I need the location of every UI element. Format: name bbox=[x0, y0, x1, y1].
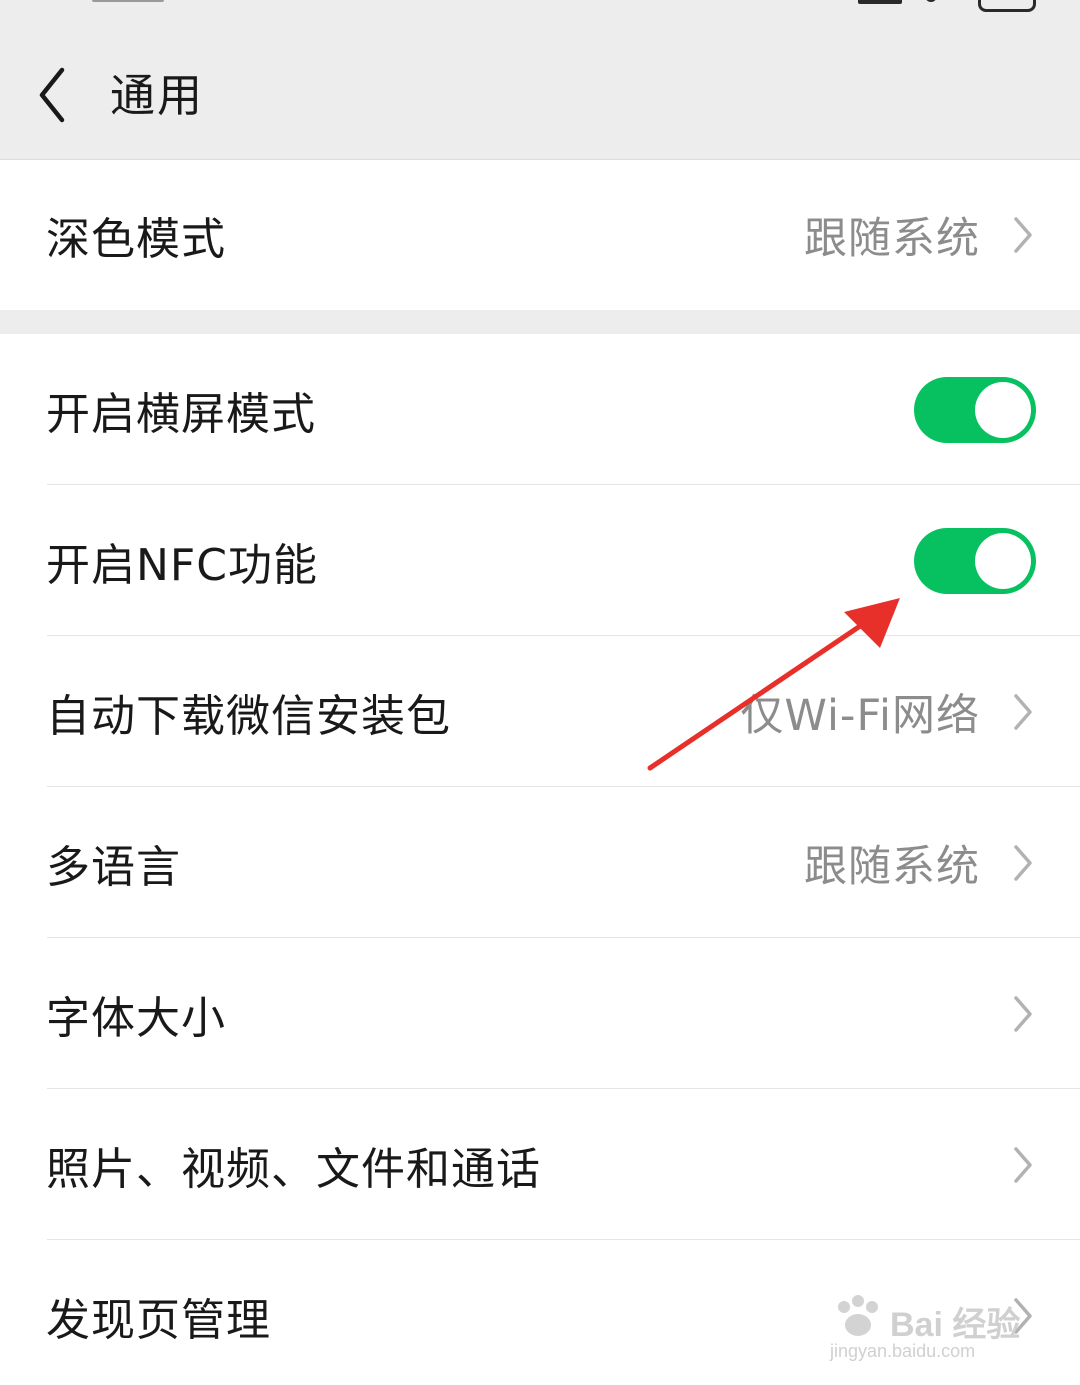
settings-group-display: 深色模式 跟随系统 bbox=[0, 160, 1080, 310]
row-nfc[interactable]: 开启NFC功能 bbox=[0, 485, 1080, 636]
chevron-right-icon bbox=[1014, 995, 1032, 1032]
row-landscape-mode[interactable]: 开启横屏模式 bbox=[0, 334, 1080, 485]
row-label: 照片、视频、文件和通话 bbox=[46, 1143, 541, 1195]
settings-page: 通用 深色模式 跟随系统 开启横屏模式 开启NFC功能 自动下载微信安装包 仅W… bbox=[0, 0, 1080, 1385]
chevron-right-icon bbox=[1014, 693, 1032, 730]
row-value: 跟随系统 bbox=[804, 841, 980, 892]
row-label: 开启横屏模式 bbox=[46, 388, 316, 440]
row-value: 跟随系统 bbox=[804, 214, 980, 264]
chevron-right-icon bbox=[1014, 1146, 1032, 1183]
wifi-icon bbox=[925, 0, 937, 2]
settings-group-general: 开启横屏模式 开启NFC功能 自动下载微信安装包 仅Wi-Fi网络 多语言 跟随… bbox=[0, 334, 1080, 1385]
row-label: 自动下载微信安装包 bbox=[46, 690, 451, 742]
row-label: 开启NFC功能 bbox=[46, 539, 318, 591]
row-label: 多语言 bbox=[46, 841, 181, 893]
chevron-right-icon bbox=[1014, 1297, 1032, 1334]
row-language[interactable]: 多语言 跟随系统 bbox=[0, 787, 1080, 938]
signal-icon bbox=[858, 0, 902, 4]
landscape-toggle[interactable] bbox=[914, 376, 1036, 443]
row-value: 仅Wi-Fi网络 bbox=[740, 690, 980, 741]
chevron-right-icon bbox=[1014, 844, 1032, 881]
battery-icon bbox=[978, 0, 1036, 12]
row-label: 字体大小 bbox=[46, 992, 226, 1044]
nav-header: 通用 bbox=[0, 14, 1080, 160]
status-time bbox=[92, 0, 164, 2]
back-button[interactable] bbox=[22, 56, 86, 134]
row-dark-mode[interactable]: 深色模式 跟随系统 bbox=[0, 160, 1080, 310]
nfc-toggle[interactable] bbox=[914, 527, 1036, 594]
page-title: 通用 bbox=[110, 69, 205, 122]
row-label: 深色模式 bbox=[46, 214, 226, 265]
row-media-calls[interactable]: 照片、视频、文件和通话 bbox=[0, 1089, 1080, 1240]
row-discover-management[interactable]: 发现页管理 bbox=[0, 1240, 1080, 1385]
back-arrow-icon bbox=[39, 67, 65, 123]
row-auto-download[interactable]: 自动下载微信安装包 仅Wi-Fi网络 bbox=[0, 636, 1080, 787]
chevron-right-icon bbox=[1014, 217, 1032, 253]
toggle-knob bbox=[975, 532, 1031, 589]
row-font-size[interactable]: 字体大小 bbox=[0, 938, 1080, 1089]
row-label: 发现页管理 bbox=[46, 1294, 271, 1346]
toggle-knob bbox=[975, 381, 1031, 438]
status-bar bbox=[0, 0, 1080, 14]
